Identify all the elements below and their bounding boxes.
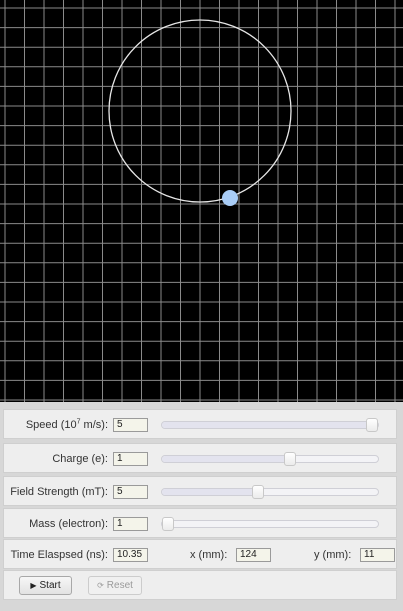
buttons-row: ▶ Start ⟳ Reset [3,570,397,600]
play-icon: ▶ [30,581,37,590]
field-strength-label: Field Strength (mT): [10,486,108,498]
field-strength-slider-fill [162,489,258,495]
charge-slider-thumb[interactable] [284,452,297,466]
time-elapsed-label: Time Elaspsed (ns): [10,549,108,561]
speed-row: Speed (107 m/s): 5 [3,409,397,439]
field-strength-slider-thumb[interactable] [251,485,264,499]
control-panel: Speed (107 m/s): 5 Charge (e): 1 Field S… [0,402,403,611]
speed-slider-fill [162,422,378,428]
mass-label: Mass (electron): [29,518,108,530]
mass-input[interactable]: 1 [113,517,148,531]
y-position-label: y (mm): [314,549,352,561]
mass-slider-thumb[interactable] [162,517,174,531]
charge-slider-fill [162,456,292,462]
refresh-icon: ⟳ [97,581,104,590]
speed-label: Speed (107 m/s): [25,418,108,431]
start-button-label: Start [39,580,61,591]
charge-slider[interactable] [161,452,379,466]
start-button[interactable]: ▶ Start [19,576,72,595]
charge-row: Charge (e): 1 [3,443,397,473]
x-position-label: x (mm): [190,549,228,561]
speed-slider[interactable] [161,418,379,432]
speed-input[interactable]: 5 [113,418,148,432]
mass-row: Mass (electron): 1 [3,508,397,538]
reset-button[interactable]: ⟳ Reset [88,576,142,595]
simulation-canvas [0,0,403,402]
mass-slider[interactable] [161,517,379,531]
charged-particle [222,190,238,206]
charge-label: Charge (e): [52,453,108,465]
reset-button-label: Reset [106,580,133,591]
time-elapsed-value: 10.35 [113,548,148,562]
y-position-value: 11 [360,548,395,562]
field-strength-input[interactable]: 5 [113,485,148,499]
speed-slider-thumb[interactable] [366,418,378,432]
field-strength-slider[interactable] [161,485,379,499]
charge-input[interactable]: 1 [113,452,148,466]
field-strength-row: Field Strength (mT): 5 [3,476,397,506]
readout-row: Time Elaspsed (ns): 10.35 x (mm): 124 y … [3,539,397,569]
x-position-value: 124 [236,548,271,562]
